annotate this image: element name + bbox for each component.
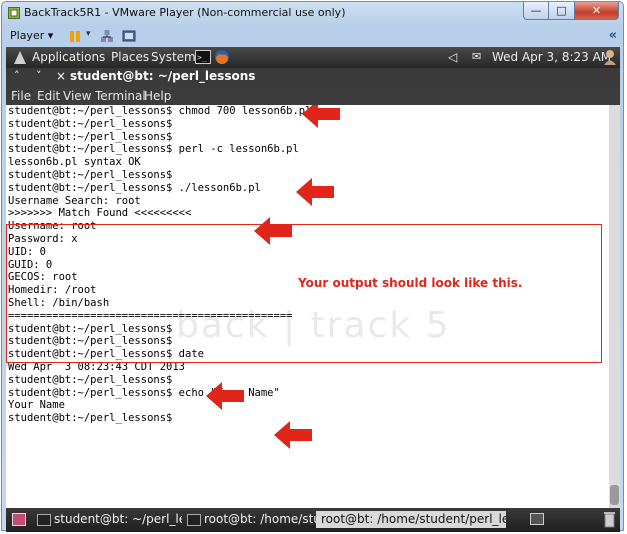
taskbar-item-student[interactable]: student@bt: ~/perl_le... <box>34 511 182 528</box>
firefox-icon[interactable] <box>214 49 230 65</box>
menu-places[interactable]: Places <box>111 50 149 64</box>
terminal-line: >>>>>>> Match Found <<<<<<<<< <box>8 207 192 220</box>
red-arrow-icon <box>274 421 312 449</box>
terminal-line: student@bt:~/perl_lessons$ <box>8 117 173 130</box>
taskbar-item-label: root@bt: /home/studer <box>204 512 316 526</box>
applications-menu-icon[interactable] <box>12 50 28 65</box>
terminal-line: Username Search: root <box>8 194 141 207</box>
show-desktop-icon[interactable] <box>12 513 26 526</box>
terminal-title: student@bt: ~/perl_lessons <box>70 69 256 83</box>
taskbar-item-root-1[interactable]: root@bt: /home/studer <box>184 511 316 528</box>
terminal-line: student@bt:~/perl_lessons$ <box>8 373 173 386</box>
user-icon[interactable] <box>603 49 617 66</box>
terminal-line: student@bt:~/perl_lessons$ chmod 700 les… <box>8 105 312 117</box>
volume-icon[interactable]: ◁ <box>448 50 457 64</box>
guest-screen[interactable]: Applications Places System >_ ◁ ✉ Wed Ap… <box>6 47 620 532</box>
terminal-scrollbar[interactable] <box>609 105 620 508</box>
vmware-logo-icon <box>8 7 20 19</box>
terminal-line: student@bt:~/perl_lessons$ perl -c lesso… <box>8 143 299 156</box>
menu-help[interactable]: Help <box>144 89 171 103</box>
terminal-line: student@bt:~/perl_lessons$ <box>8 412 173 425</box>
gnome-top-panel: Applications Places System >_ ◁ ✉ Wed Ap… <box>6 47 620 68</box>
chevron-down-icon[interactable]: ˅ <box>36 69 42 82</box>
red-arrow-icon <box>302 105 340 128</box>
close-icon[interactable]: × <box>56 69 66 83</box>
terminal-icon <box>37 514 51 526</box>
highlight-box <box>6 224 602 363</box>
chevron-down-icon: ▾ <box>47 29 54 42</box>
close-icon: ✕ <box>591 4 602 17</box>
terminal-line: student@bt:~/perl_lessons$ ./lesson6b.pl <box>8 181 261 194</box>
workspace-switcher-icon[interactable] <box>530 513 544 525</box>
maximize-icon: □ <box>556 4 567 17</box>
red-arrow-icon <box>206 382 244 410</box>
terminal-line: Your Name <box>8 399 65 412</box>
vmware-window: BackTrack5R1 - VMware Player (Non-commer… <box>1 1 624 532</box>
network-icon[interactable] <box>100 29 114 43</box>
taskbar-item-label: root@bt: /home/student/perl_lessons <box>321 512 506 526</box>
chevron-down-icon[interactable]: ▾ <box>86 29 91 39</box>
terminal-output[interactable]: back | track 5 student@bt:~/perl_lessons… <box>6 105 609 508</box>
gnome-bottom-panel: student@bt: ~/perl_le... root@bt: /home/… <box>6 508 620 532</box>
unity-icon[interactable] <box>122 29 136 43</box>
red-arrow-icon <box>296 178 334 206</box>
menu-file[interactable]: File <box>11 89 31 103</box>
red-arrow-icon <box>254 217 292 245</box>
terminal-line: student@bt:~/perl_lessons$ <box>8 130 173 143</box>
menu-terminal[interactable]: Terminal <box>95 89 146 103</box>
terminal-launcher-icon[interactable]: >_ <box>195 50 211 64</box>
terminal-line: lesson6b.pl syntax OK <box>8 156 141 169</box>
minimize-icon: — <box>530 4 542 17</box>
svg-text:>_: >_ <box>197 53 207 62</box>
chevron-up-icon[interactable]: ˄ <box>14 69 20 82</box>
trash-icon[interactable] <box>603 511 616 528</box>
maximize-button[interactable]: □ <box>549 2 575 20</box>
title-bar[interactable]: BackTrack5R1 - VMware Player (Non-commer… <box>2 2 623 24</box>
terminal-titlebar[interactable]: ˄ ˅ × student@bt: ~/perl_lessons <box>6 68 620 87</box>
taskbar-item-root-2[interactable]: root@bt: /home/student/perl_lessons <box>316 511 506 528</box>
terminal-menubar: File Edit View Terminal Help <box>6 87 620 105</box>
mail-icon[interactable]: ✉ <box>472 50 481 63</box>
window-title: BackTrack5R1 - VMware Player (Non-commer… <box>24 6 346 19</box>
menu-system[interactable]: System <box>151 50 196 64</box>
pause-icon[interactable] <box>68 29 82 43</box>
vmware-toolbar: Player ▾ ▾ « <box>6 26 619 48</box>
taskbar-item-label: student@bt: ~/perl_le... <box>54 512 182 526</box>
player-label: Player <box>10 29 45 42</box>
minimize-button[interactable]: — <box>523 2 549 20</box>
player-menu-button[interactable]: Player ▾ <box>10 29 53 42</box>
panel-clock[interactable]: Wed Apr 3, 8:23 AM <box>492 50 611 64</box>
terminal-icon <box>187 514 201 526</box>
menu-view[interactable]: View <box>63 89 91 103</box>
terminal-line: student@bt:~/perl_lessons$ <box>8 169 173 181</box>
menu-edit[interactable]: Edit <box>37 89 60 103</box>
scrollbar-thumb[interactable] <box>610 485 619 505</box>
close-button[interactable]: ✕ <box>575 2 619 20</box>
expand-bar-icon[interactable]: « <box>609 28 617 43</box>
annotation-note: Your output should look like this. <box>298 276 523 290</box>
menu-applications[interactable]: Applications <box>32 50 105 64</box>
